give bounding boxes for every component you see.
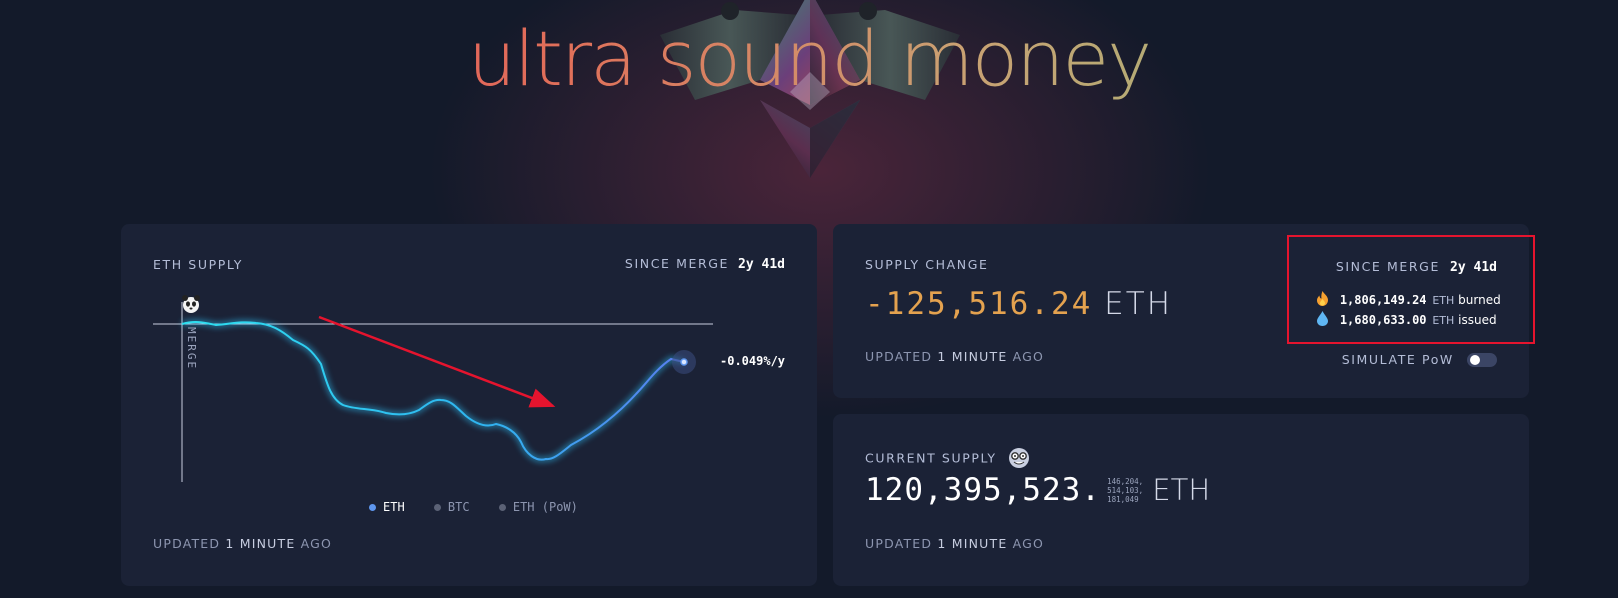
legend-eth-dot [369,504,376,511]
decimals-line-3: 181,049 [1107,494,1139,504]
updated-suffix: AGO [1012,349,1045,364]
simulate-pow-label: SIMULATE PoW [1341,352,1454,367]
updated-value: 1 MINUTE [937,536,1008,551]
decimals-line-2: 514,103, [1107,485,1144,495]
eth-supply-card: ETH SUPPLY SINCE MERGE 2y 41d MERGE -0.0… [121,224,817,586]
current-point [680,358,688,366]
current-supply-value-row: 120,395,523. 146,204, 514,103, 181,049 E… [865,472,1210,508]
current-supply-updated: UPDATED 1 MINUTE AGO [865,536,1044,551]
merge-label: MERGE [185,327,198,371]
updated-prefix: UPDATED [865,349,933,364]
eth-supply-line-glow [181,319,685,463]
current-supply-header: CURRENT SUPPLY [865,447,1030,469]
legend-btc[interactable]: BTC [433,500,477,514]
supply-change-updated: UPDATED 1 MINUTE AGO [865,349,1044,364]
nerd-face-icon [1008,448,1029,468]
legend-eth[interactable]: ETH [369,500,412,514]
updated-prefix: UPDATED [153,536,221,551]
updated-prefix: UPDATED [865,536,933,551]
panda-icon [182,295,200,313]
legend-eth-pow-dot [498,504,506,511]
annotation-highlight-box [1287,235,1535,344]
supply-change-label: SUPPLY CHANGE [865,257,989,272]
supply-change-unit: ETH [1104,286,1173,322]
current-supply-label: CURRENT SUPPLY [865,450,997,466]
toggle-knob [1470,354,1480,365]
hero-title: ultra sound money [0,14,1618,103]
annotation-arrow [318,315,556,408]
simulate-pow-toggle[interactable] [1467,352,1497,367]
current-supply-main: 120,395,523. [865,472,1101,508]
legend-eth-label: ETH [383,500,405,514]
current-supply-decimals: 146,204, 514,103, 181,049 [1107,477,1143,504]
legend-eth-pow[interactable]: ETH (PoW) [498,500,578,514]
eth-supply-line [181,321,685,461]
updated-value: 1 MINUTE [937,349,1008,364]
updated-suffix: AGO [300,536,333,551]
updated-value: 1 MINUTE [225,536,296,551]
decimals-line-1: 146,204, [1107,476,1144,486]
legend-btc-label: BTC [447,500,470,514]
chart-legend: ETH BTC ETH (PoW) [369,500,578,514]
legend-eth-pow-label: ETH (PoW) [512,500,578,514]
current-supply-unit: ETH [1152,473,1211,507]
supply-change-value: -125,516.24 [865,286,1093,322]
supply-rate: -0.049%/y [720,354,786,368]
updated-suffix: AGO [1012,536,1045,551]
legend-btc-dot [433,504,441,511]
supply-updated: UPDATED 1 MINUTE AGO [153,536,332,551]
supply-change-value-row: -125,516.24 ETH [865,286,1172,322]
simulate-pow-control[interactable]: SIMULATE PoW [1342,349,1497,368]
current-supply-card: CURRENT SUPPLY 120,395,523. 146,204, 514… [833,414,1529,586]
supply-chart [153,302,713,482]
